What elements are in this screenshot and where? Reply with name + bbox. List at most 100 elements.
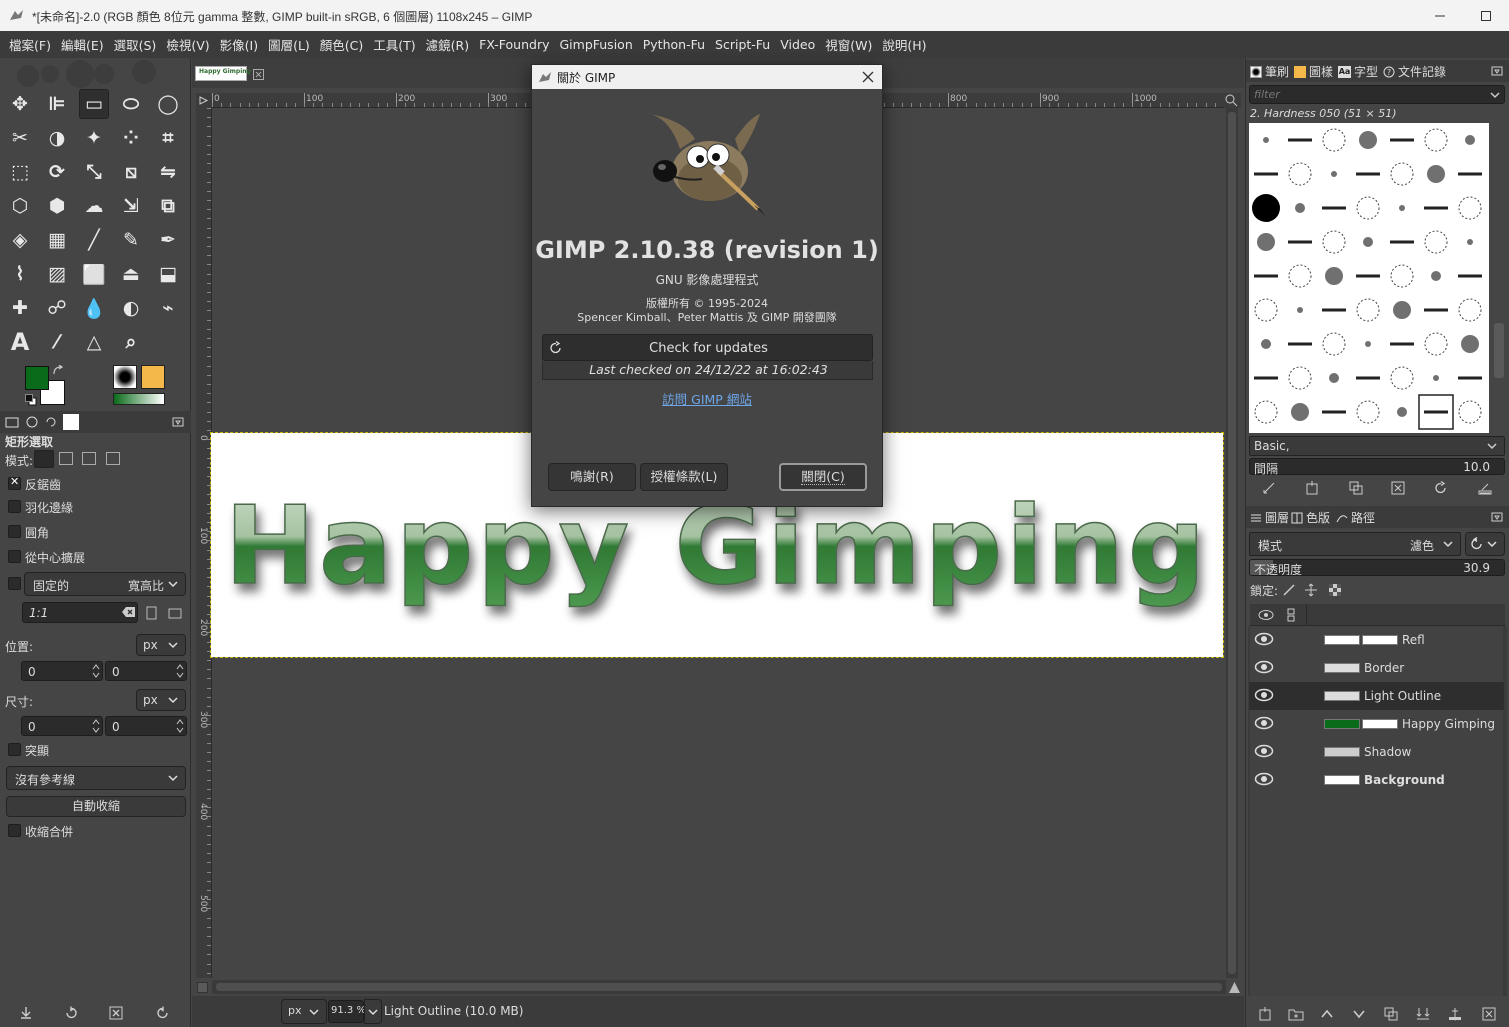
brush-thumbnail[interactable] [1365,341,1371,347]
brush-thumbnail[interactable] [1291,403,1309,421]
expand-center-checkbox[interactable] [8,550,21,563]
brush-thumbnail[interactable] [1322,206,1346,210]
perspective-tool-icon[interactable]: ⬡ [5,191,35,221]
brush-thumbnail[interactable] [1390,342,1414,346]
new-layer-group-icon[interactable] [1288,1007,1304,1021]
tab-channels[interactable]: 色版 [1291,509,1330,526]
brush-thumbnail[interactable] [1424,128,1448,152]
fixed-mode-select[interactable]: 固定的 寬高比 [24,572,186,596]
brush-thumbnail[interactable] [1356,196,1380,220]
brush-thumbnail[interactable] [1263,137,1269,143]
clear-input-icon[interactable] [122,606,136,618]
brush-thumbnail[interactable] [1356,298,1380,322]
new-brush-icon[interactable] [1305,481,1319,495]
image-tab-thumbnail[interactable]: Happy Gimping [195,66,251,81]
menu-item[interactable]: 視窗(W) [820,35,877,54]
cage-tool-icon[interactable]: ⧉ [153,191,183,221]
brush-thumbnail[interactable] [1359,131,1377,149]
tab-document-history[interactable]: ? 文件記錄 [1383,63,1446,80]
brush-thumbnail[interactable] [1331,171,1337,177]
undo-history-tab-icon[interactable] [44,415,58,429]
brush-thumbnail[interactable] [1461,335,1479,353]
delete-layer-icon[interactable] [1482,1007,1496,1021]
brush-thumbnail[interactable] [1322,230,1346,254]
unit-select[interactable]: px [281,999,327,1024]
ratio-input[interactable]: 1:1 [22,602,138,623]
open-brush-as-image-icon[interactable] [1478,481,1492,495]
brush-thumbnail[interactable] [1399,205,1405,211]
brush-thumbnail[interactable] [1431,271,1441,281]
brush-thumbnail[interactable] [1254,274,1278,278]
device-status-tab-icon[interactable] [25,415,39,429]
perspective-clone-tool-icon[interactable]: ⬓ [153,259,183,289]
chevron-down-icon[interactable] [1489,88,1501,102]
handle-transform-tool-icon[interactable]: ⇲ [116,191,146,221]
brush-thumbnail[interactable] [1465,135,1475,145]
brush-thumbnail[interactable] [1254,172,1278,176]
close-icon[interactable] [862,71,874,83]
brush-thumbnail[interactable] [1458,376,1482,380]
brush-thumbnail[interactable] [1257,233,1275,251]
auto-shrink-button[interactable]: 自動收縮 [6,796,186,817]
horizontal-scrollbar[interactable] [212,980,1226,994]
smudge-tool-icon[interactable]: ☍ [42,293,72,323]
brush-thumbnail[interactable] [1458,400,1482,424]
license-button[interactable]: 授權條款(L) [640,463,728,491]
save-tool-preset-icon[interactable] [19,1006,33,1020]
brush-thumbnail[interactable] [1427,165,1445,183]
spacing-slider[interactable]: 間隔 10.0 [1249,458,1505,476]
delete-preset-icon[interactable] [109,1006,123,1020]
images-tab-icon[interactable] [63,414,79,430]
move-tool-icon[interactable]: ✥ [5,89,35,119]
layer-mode-select[interactable]: 模式 濾色 [1249,532,1461,556]
eye-icon[interactable] [1254,688,1274,702]
close-tab-icon[interactable] [253,69,264,80]
brush-thumbnail[interactable] [1458,172,1482,176]
brush-grid[interactable] [1249,123,1489,433]
text-tool-icon[interactable]: A [5,327,35,357]
layer-row[interactable]: Happy Gimping [1249,710,1504,738]
menu-item[interactable]: Script-Fu [710,37,775,52]
brush-thumbnail[interactable] [1424,410,1448,414]
brush-thumbnail[interactable] [1295,203,1305,213]
eraser-tool-icon[interactable]: ⬜ [79,259,109,289]
tab-fonts[interactable]: Aa 字型 [1338,63,1378,80]
horizontal-scrollbar-thumb[interactable] [216,983,1222,991]
brush-thumbnail[interactable] [1288,264,1312,288]
chain-header-icon[interactable] [1286,608,1296,622]
brush-thumbnail[interactable] [1322,332,1346,356]
new-layer-icon[interactable] [1258,1007,1272,1021]
brush-thumbnail[interactable] [1254,400,1278,424]
brush-thumbnail[interactable] [1458,298,1482,322]
brush-thumbnail[interactable] [1424,332,1448,356]
tab-layers[interactable]: 圖層 [1250,509,1289,526]
fuzzy-select-tool-icon[interactable]: ✦ [79,123,109,153]
brush-thumbnail[interactable] [1363,237,1373,247]
3d-transform-tool-icon[interactable]: ⬢ [42,191,72,221]
mode-subtract-button[interactable] [82,452,96,465]
lock-alpha-icon[interactable] [1328,583,1342,597]
brush-thumbnail[interactable] [1322,410,1346,414]
anchor-layer-icon[interactable] [1448,1007,1462,1021]
minimize-button-2[interactable] [1417,0,1463,31]
spin-arrows-icon[interactable] [175,662,185,680]
brush-thumbnail[interactable] [1329,373,1339,383]
visit-website-link[interactable]: 訪問 GIMP 網站 [532,389,882,408]
brush-thumbnail[interactable] [1322,308,1346,312]
shear-tool-icon[interactable]: ⧅ [116,157,146,187]
brush-thumbnail[interactable] [1393,301,1411,319]
mode-add-button[interactable] [59,452,73,465]
brush-thumbnail[interactable] [1288,342,1312,346]
paintbrush-tool-icon[interactable]: ╱ [79,225,109,255]
scissors-select-tool-icon[interactable]: ✂ [5,123,35,153]
duplicate-brush-icon[interactable] [1349,481,1363,495]
ellipse-select-tool-icon[interactable]: ⬭ [116,89,146,119]
brush-thumbnail[interactable] [1252,194,1280,222]
layer-row[interactable]: Light Outline [1249,682,1504,710]
position-unit-select[interactable]: px [136,634,186,656]
measure-tool-icon[interactable]: △ [79,327,109,357]
bucket-fill-tool-icon[interactable]: ◈ [5,225,35,255]
menu-item[interactable]: 濾鏡(R) [421,35,474,54]
active-gradient-preview[interactable] [113,393,165,405]
composite-mode-select[interactable] [1465,532,1505,556]
